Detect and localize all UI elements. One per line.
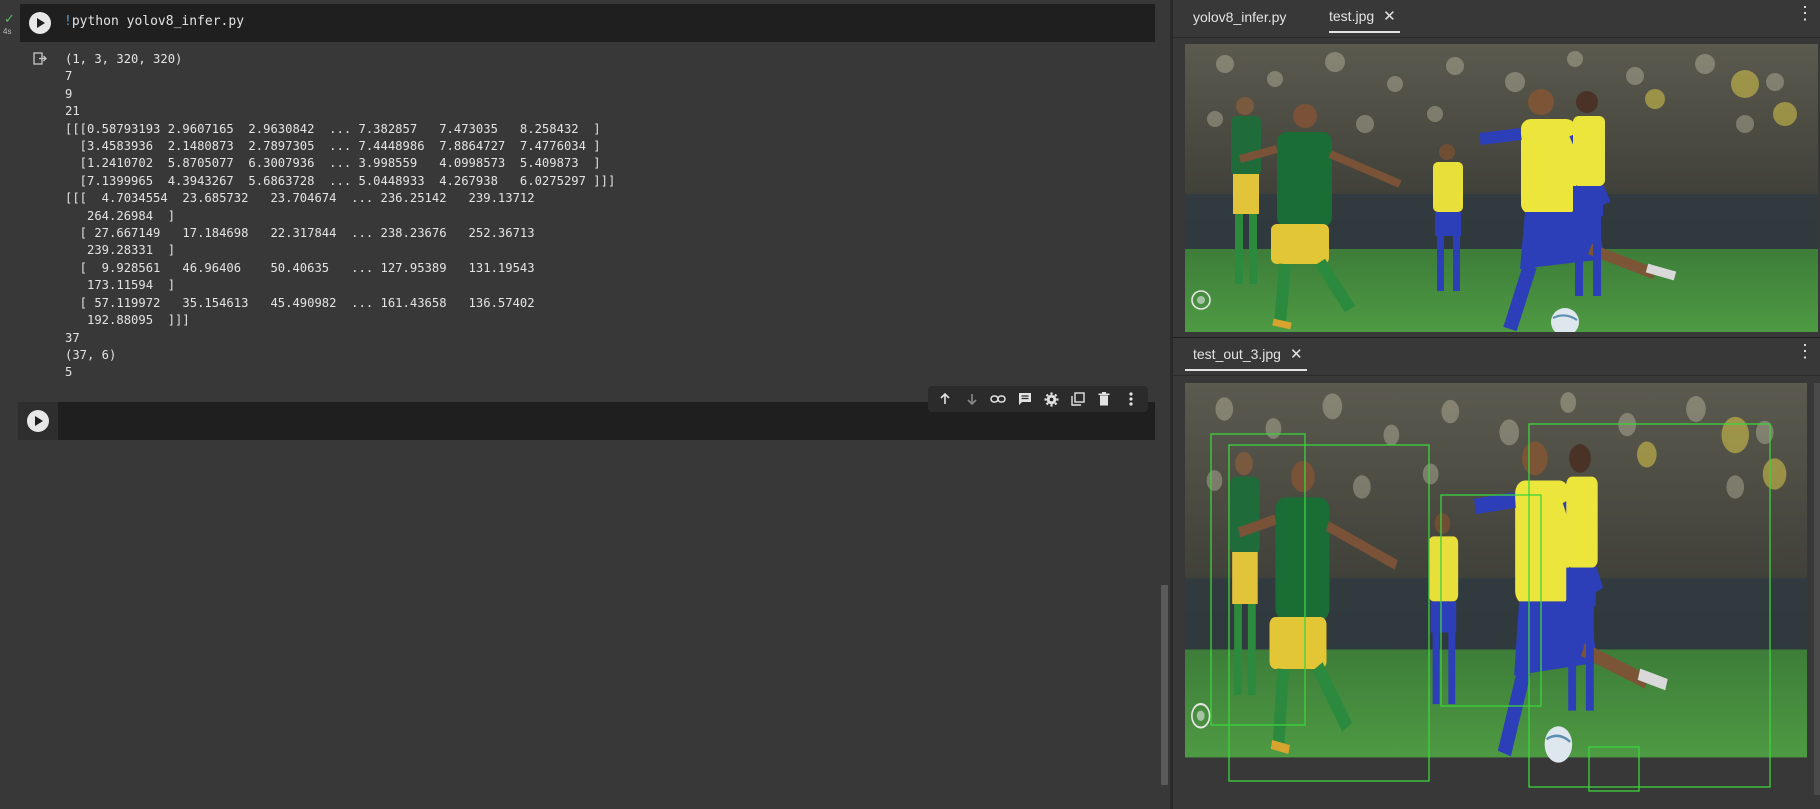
shell-bang: ! xyxy=(64,14,72,29)
link-to-cell-button[interactable] xyxy=(987,388,1009,410)
output-line: 264.26984 ] xyxy=(87,208,176,223)
tab-test-out-3[interactable]: test_out_3.jpg ✕ xyxy=(1185,338,1307,371)
play-icon xyxy=(37,18,45,28)
detection-output-photo xyxy=(1185,383,1807,792)
link-icon xyxy=(990,395,1006,403)
output-line: [1.2410702 5.8705077 6.3007936 ... 3.998… xyxy=(79,156,601,171)
output-line: 7 xyxy=(65,69,73,84)
arrow-down-icon xyxy=(967,394,977,406)
output-line: (37, 6) xyxy=(65,347,117,362)
output-line: 192.88095 ]]] xyxy=(87,313,190,328)
comment-icon xyxy=(1018,393,1031,405)
image-viewer-pane-bottom: test_out_3.jpg ✕ ⋮ xyxy=(1173,338,1820,809)
gear-icon xyxy=(1044,391,1059,407)
soccer-photo xyxy=(1185,44,1818,332)
mirror-cell-icon xyxy=(1071,392,1085,406)
move-cell-down-button[interactable] xyxy=(961,388,983,410)
output-line: [ 9.928561 46.96406 50.40635 ... 127.953… xyxy=(79,260,535,275)
more-vert-icon[interactable]: ⋮ xyxy=(1796,342,1814,360)
cell-settings-button[interactable] xyxy=(1040,388,1062,410)
cell-output: (1, 3, 320, 320) 7 9 21 [[[0.58793193 2.… xyxy=(65,51,615,382)
output-line: [[[0.58793193 2.9607165 2.9630842 ... 7.… xyxy=(65,121,601,136)
output-line: 21 xyxy=(65,104,80,119)
code-line[interactable]: !python yolov8_infer.py xyxy=(64,14,244,29)
tab-bar-divider xyxy=(1173,375,1820,376)
delete-cell-button[interactable] xyxy=(1093,388,1115,410)
execution-time: 4s xyxy=(3,27,12,36)
output-line: [3.4583936 2.1480873 2.7897305 ... 7.444… xyxy=(79,139,601,154)
output-line: [7.1399965 4.3943267 5.6863728 ... 5.044… xyxy=(79,173,616,188)
output-line: 9 xyxy=(65,86,73,101)
add-comment-button[interactable] xyxy=(1014,388,1036,410)
tab-label: test_out_3.jpg xyxy=(1193,345,1281,362)
cell-toolbar xyxy=(928,386,1148,412)
output-line: [ 57.119972 35.154613 45.490982 ... 161.… xyxy=(79,295,535,310)
code-text: python yolov8_infer.py xyxy=(71,14,245,29)
output-line: 37 xyxy=(65,330,80,345)
mirror-cell-button[interactable] xyxy=(1067,388,1089,410)
tab-label: test.jpg xyxy=(1329,7,1375,24)
run-cell-button-2[interactable] xyxy=(27,410,49,432)
trash-icon xyxy=(1098,392,1110,406)
output-line: 239.28331 ] xyxy=(87,243,176,258)
clear-output-icon[interactable] xyxy=(33,52,47,66)
image-test-out-3 xyxy=(1185,383,1807,795)
image-viewer-pane-top: yolov8_infer.py test.jpg ✕ ⋮ xyxy=(1173,0,1820,337)
notebook-panel: ✓ 4s !python yolov8_infer.py (1, 3, 320,… xyxy=(0,0,1170,809)
tab-bar-top: yolov8_infer.py test.jpg ✕ ⋮ xyxy=(1173,0,1820,33)
image-scrollbar[interactable] xyxy=(1814,383,1820,795)
execution-success-icon: ✓ xyxy=(4,11,15,26)
output-line: (1, 3, 320, 320) xyxy=(65,52,183,66)
move-cell-up-button[interactable] xyxy=(934,388,956,410)
arrow-up-icon xyxy=(940,392,950,404)
tab-label: yolov8_infer.py xyxy=(1193,8,1287,25)
code-cell-1[interactable]: !python yolov8_infer.py xyxy=(20,4,1155,42)
tab-bar-bottom: test_out_3.jpg ✕ ⋮ xyxy=(1173,338,1820,371)
close-icon[interactable]: ✕ xyxy=(1383,7,1396,25)
tab-test-jpg[interactable]: test.jpg ✕ xyxy=(1329,0,1400,33)
play-icon xyxy=(35,416,43,426)
more-vert-icon xyxy=(1129,392,1133,406)
tab-bar-divider xyxy=(1173,37,1820,38)
tab-yolov8-infer[interactable]: yolov8_infer.py xyxy=(1193,0,1286,33)
close-icon[interactable]: ✕ xyxy=(1290,345,1303,363)
output-line: [[[ 4.7034554 23.685732 23.704674 ... 23… xyxy=(65,191,535,206)
output-line: 5 xyxy=(65,365,73,380)
output-line: [ 27.667149 17.184698 22.317844 ... 238.… xyxy=(79,226,535,241)
notebook-scrollbar-thumb[interactable] xyxy=(1161,585,1168,785)
output-line: 173.11594 ] xyxy=(87,278,176,293)
image-test-jpg xyxy=(1185,44,1818,332)
more-actions-button[interactable] xyxy=(1120,388,1142,410)
more-vert-icon[interactable]: ⋮ xyxy=(1796,4,1814,22)
run-cell-button[interactable] xyxy=(29,12,51,34)
